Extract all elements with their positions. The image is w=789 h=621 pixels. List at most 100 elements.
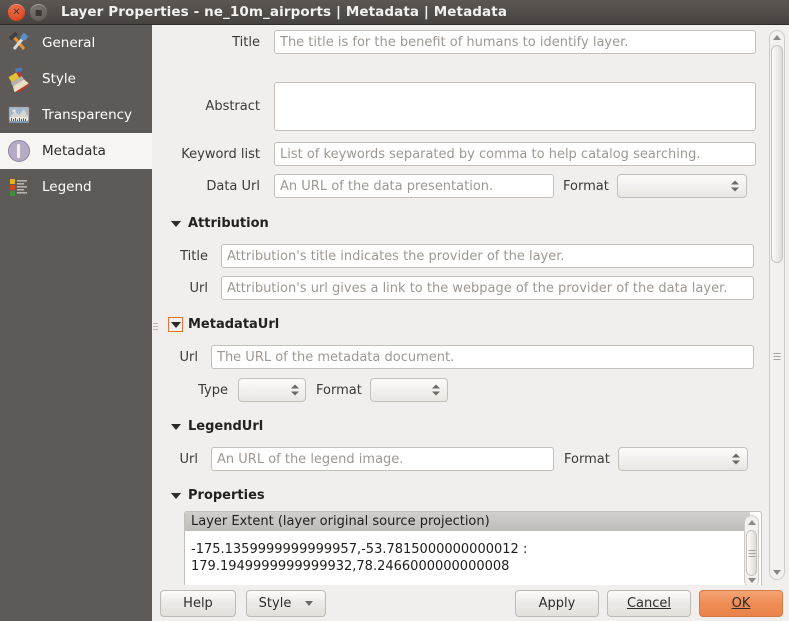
metadata-form: Title Abstract Keyword list Data Url For… <box>160 25 765 585</box>
sidebar-item-metadata[interactable]: Metadata <box>0 133 152 169</box>
legend-url-input[interactable] <box>211 447 554 471</box>
properties-scrollbar[interactable] <box>744 515 759 585</box>
abstract-label: Abstract <box>205 99 260 114</box>
window-title: Layer Properties - ne_10m_airports | Met… <box>61 4 508 20</box>
properties-group-label: Properties <box>188 488 265 503</box>
help-button-label: Help <box>183 596 213 611</box>
sidebar-item-label: Legend <box>42 179 92 195</box>
attribution-title-row: Title <box>160 244 754 268</box>
legend-url-group-label: LegendUrl <box>188 419 264 434</box>
legend-url-format-combobox[interactable] <box>617 447 748 471</box>
data-url-row: Data Url Format <box>160 174 747 198</box>
properties-extent-box[interactable]: Layer Extent (layer original source proj… <box>184 511 762 585</box>
sidebar-item-label: Style <box>42 71 76 87</box>
form-scrollbar[interactable] <box>769 30 785 580</box>
sidebar-item-transparency[interactable]: Transparency <box>0 97 152 133</box>
ok-button[interactable]: OK <box>699 590 783 617</box>
metadata-url-group-label: MetadataUrl <box>188 317 280 332</box>
apply-button-label: Apply <box>538 596 576 611</box>
title-input[interactable] <box>274 30 756 54</box>
paintbrush-icon <box>6 66 32 94</box>
abstract-input[interactable] <box>274 82 756 131</box>
scroll-up-icon[interactable] <box>745 516 758 529</box>
attribution-group-label: Attribution <box>188 216 269 231</box>
attribution-title-label: Title <box>180 248 208 264</box>
style-button-label: Style <box>258 596 292 611</box>
cancel-button-label: Cancel <box>626 596 672 611</box>
spinner-arrows-icon <box>432 384 441 396</box>
metadata-url-input[interactable] <box>211 345 754 369</box>
close-glyph: ✕ <box>12 6 21 18</box>
legend-url-format-label: Format <box>564 451 610 467</box>
metadata-url-label: Url <box>179 349 198 365</box>
chevron-down-icon[interactable] <box>168 419 183 434</box>
attribution-url-input[interactable] <box>221 276 754 300</box>
metadata-url-group-header[interactable]: MetadataUrl <box>168 317 279 332</box>
dialog-button-bar: Help Style Apply Cancel OK <box>152 585 789 621</box>
scrollbar-grip <box>748 550 755 559</box>
keyword-list-row: Keyword list <box>160 142 756 166</box>
chevron-down-icon[interactable] <box>168 488 183 503</box>
chevron-down-icon[interactable] <box>168 216 183 231</box>
spinner-arrows-icon <box>290 384 299 396</box>
sidebar-item-label: Metadata <box>42 143 106 159</box>
spinner-arrows-icon <box>732 453 741 465</box>
attribution-url-row: Url <box>160 276 754 300</box>
keyword-list-input[interactable] <box>274 142 756 166</box>
title-row: Title <box>160 30 756 54</box>
apply-button[interactable]: Apply <box>515 590 599 617</box>
scrollbar-grip <box>773 353 781 362</box>
form-scrollbar-thumb[interactable] <box>771 45 783 263</box>
layer-extent-line-1: -175.1359999999999957,-53.78150000000000… <box>191 542 528 557</box>
splitter-grip <box>153 323 158 332</box>
info-circle-icon <box>6 138 32 164</box>
metadata-url-format-label: Format <box>316 382 362 398</box>
chevron-down-icon <box>305 601 314 606</box>
data-url-format-label: Format <box>563 178 609 194</box>
legend-url-row: Url Format <box>160 447 748 471</box>
ok-button-label: OK <box>731 596 751 611</box>
data-url-label: Data Url <box>206 178 260 194</box>
metadata-url-row: Url <box>160 345 754 369</box>
metadata-url-format-combobox[interactable] <box>369 378 448 402</box>
abstract-row: Abstract <box>160 82 756 131</box>
attribution-group-header[interactable]: Attribution <box>168 216 269 231</box>
legend-url-group-header[interactable]: LegendUrl <box>168 419 263 434</box>
sidebar-item-style[interactable]: Style <box>0 61 152 97</box>
layer-extent-header: Layer Extent (layer original source proj… <box>185 512 750 531</box>
sidebar-item-legend[interactable]: Legend <box>0 169 152 205</box>
scroll-down-icon[interactable] <box>745 574 758 585</box>
attribution-title-input[interactable] <box>221 244 754 268</box>
data-url-format-combobox[interactable] <box>616 174 747 198</box>
attribution-url-label: Url <box>189 280 208 296</box>
title-label: Title <box>232 34 260 50</box>
metadata-url-type-combobox[interactable] <box>238 378 306 402</box>
data-url-input[interactable] <box>274 174 554 198</box>
image-histogram-icon <box>6 102 32 128</box>
maximize-icon[interactable]: ■ <box>30 3 47 21</box>
sidebar-item-general[interactable]: General <box>0 25 152 61</box>
hammer-wrench-icon <box>6 30 32 56</box>
properties-scrollbar-thumb[interactable] <box>746 530 757 576</box>
metadata-url-type-format-row: Type Format <box>160 378 448 402</box>
sidebar: General Style Transparency Metadata Lege… <box>0 25 152 621</box>
style-button[interactable]: Style <box>246 590 326 617</box>
scroll-down-icon[interactable] <box>770 566 784 579</box>
chevron-down-icon[interactable] <box>168 317 183 332</box>
metadata-url-type-label: Type <box>198 382 228 398</box>
window-titlebar: ✕ ■ Layer Properties - ne_10m_airports |… <box>0 0 789 25</box>
close-icon[interactable]: ✕ <box>8 3 25 21</box>
scroll-up-icon[interactable] <box>770 31 784 44</box>
sidebar-splitter[interactable] <box>152 25 160 621</box>
maximize-glyph: ■ <box>34 7 43 17</box>
cancel-button[interactable]: Cancel <box>607 590 691 617</box>
keyword-list-label: Keyword list <box>181 146 260 162</box>
properties-group-header[interactable]: Properties <box>168 488 265 503</box>
help-button[interactable]: Help <box>160 590 236 617</box>
legend-url-label: Url <box>179 451 198 467</box>
layer-extent-line-2: 179.1949999999999932,78.2466000000000008 <box>191 559 510 574</box>
spinner-arrows-icon <box>731 180 740 192</box>
layer-properties-dialog: ✕ ■ Layer Properties - ne_10m_airports |… <box>0 0 789 621</box>
sidebar-item-label: General <box>42 35 96 51</box>
sidebar-item-label: Transparency <box>42 107 133 123</box>
